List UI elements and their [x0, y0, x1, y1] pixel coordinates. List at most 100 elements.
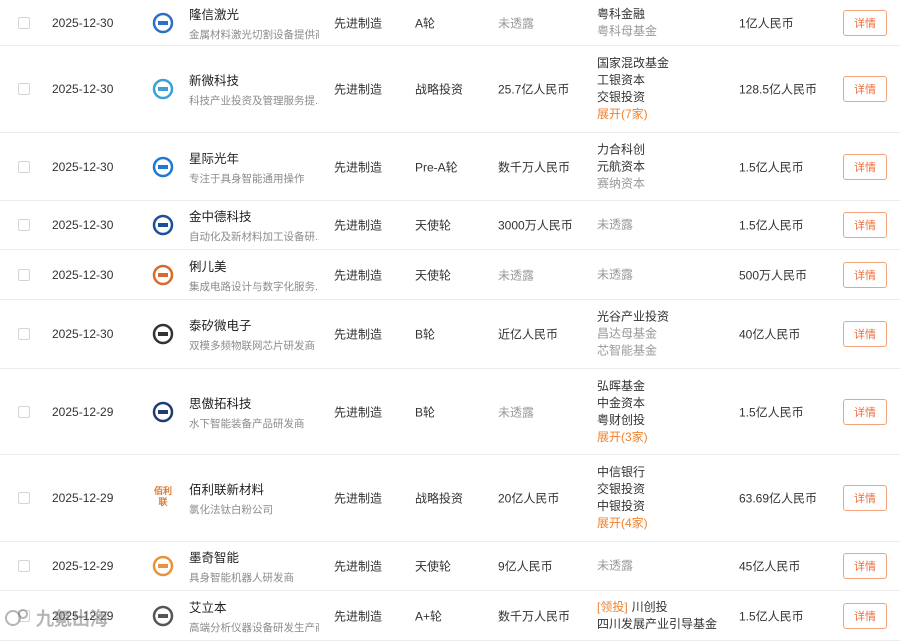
detail-button[interactable]: 详情 — [843, 212, 887, 238]
company-name-link[interactable]: 新微科技 — [189, 70, 324, 89]
investor-name[interactable]: 中信银行 — [597, 464, 648, 481]
investors-list: 光谷产业投资 昌达母基金 芯智能基金 — [597, 309, 669, 360]
detail-button[interactable]: 详情 — [843, 153, 887, 180]
company-name-link[interactable]: 佰利联新材料 — [189, 479, 324, 498]
investor-name[interactable]: 交银投资 — [597, 89, 669, 106]
investor-name[interactable]: 粤科金融 — [597, 6, 657, 23]
company-cell: 思傲拓科技 水下智能装备产品研发商 — [189, 393, 324, 431]
company-description: 科技产业投资及管理服务提... — [189, 95, 319, 107]
detail-button[interactable]: 详情 — [843, 553, 887, 579]
investor-name: 未透露 — [597, 217, 634, 232]
company-cell: 星际光年 专注于具身智能通用操作 — [189, 148, 324, 186]
row-checkbox[interactable] — [18, 83, 30, 95]
company-description: 专注于具身智能通用操作 — [189, 172, 305, 185]
company-cell: 艾立本 高端分析仪器设备研发生产商 — [189, 597, 324, 635]
funding-amount: 未透露 — [498, 268, 535, 282]
expand-investors-link[interactable]: 展开(4家) — [597, 515, 648, 532]
industry: 先进制造 — [334, 82, 383, 97]
table-row: 2025-12-29 思傲拓科技 水下智能装备产品研发商 先进制造 B轮 未透露… — [0, 369, 900, 455]
detail-button[interactable]: 详情 — [843, 602, 887, 629]
company-logo — [150, 553, 176, 579]
table-row: 2025-12-30 金中德科技 自动化及新材料加工设备研... 先进制造 天使… — [0, 201, 900, 250]
industry: 先进制造 — [334, 559, 383, 574]
funding-amount: 25.7亿人民币 — [498, 82, 570, 97]
funding-round: A轮 — [415, 16, 436, 30]
company-name-link[interactable]: 星际光年 — [189, 148, 324, 167]
company-name-link[interactable]: 俐儿美 — [189, 256, 324, 275]
funding-round: B轮 — [415, 405, 436, 419]
company-logo — [150, 399, 176, 425]
row-checkbox[interactable] — [18, 160, 30, 173]
detail-button[interactable]: 详情 — [843, 9, 887, 36]
row-checkbox[interactable] — [18, 16, 30, 29]
detail-button[interactable]: 详情 — [843, 261, 887, 288]
detail-button[interactable]: 详情 — [843, 321, 887, 347]
funding-round: 天使轮 — [415, 218, 452, 233]
investors-list: 中信银行 交银投资 中银投资 展开(4家) — [597, 464, 648, 532]
funding-amount: 数千万人民币 — [498, 160, 571, 174]
investor-name[interactable]: [领投] 川创投 — [597, 599, 717, 616]
industry: 先进制造 — [334, 491, 383, 506]
investors-list: 弘晖基金 中金资本 粤财创投 展开(3家) — [597, 378, 648, 446]
company-description: 集成电路设计与数字化服务... — [189, 280, 319, 293]
valuation: 1.5亿人民币 — [739, 160, 804, 174]
investor-name[interactable]: 工银资本 — [597, 72, 669, 89]
investor-name[interactable]: 交银投资 — [597, 481, 648, 498]
row-checkbox[interactable] — [18, 328, 30, 340]
company-name-link[interactable]: 泰矽微电子 — [189, 315, 324, 334]
investor-name: 未透露 — [597, 267, 634, 281]
company-description: 氯化法钛白粉公司 — [189, 504, 273, 516]
funding-round: 天使轮 — [415, 268, 452, 282]
table-row: 2025-12-30 新微科技 科技产业投资及管理服务提... 先进制造 战略投… — [0, 46, 900, 133]
detail-button[interactable]: 详情 — [843, 485, 887, 511]
company-logo: 佰利联 — [150, 485, 176, 511]
company-name-link[interactable]: 隆信激光 — [189, 4, 324, 23]
table-row: 2025-12-29 佰利联 佰利联新材料 氯化法钛白粉公司 先进制造 战略投资… — [0, 455, 900, 542]
investor-name[interactable]: 中金资本 — [597, 395, 648, 412]
investors-list: 力合科创 元航资本 赛纳资本 — [597, 141, 645, 192]
company-name-link[interactable]: 金中德科技 — [189, 206, 324, 225]
funding-round: Pre-A轮 — [415, 160, 458, 174]
industry: 先进制造 — [334, 268, 383, 282]
valuation: 128.5亿人民币 — [739, 82, 818, 97]
investor-name[interactable]: 力合科创 — [597, 141, 645, 158]
company-name-link[interactable]: 思傲拓科技 — [189, 393, 324, 412]
row-checkbox[interactable] — [18, 560, 30, 572]
valuation: 63.69亿人民币 — [739, 491, 818, 506]
funding-date: 2025-12-30 — [52, 218, 114, 232]
expand-investors-link[interactable]: 展开(3家) — [597, 429, 648, 446]
investors-list: [领投] 川创投 四川发展产业引导基金 — [597, 599, 717, 633]
investor-name[interactable]: 元航资本 — [597, 158, 645, 175]
investor-name[interactable]: 光谷产业投资 — [597, 309, 669, 326]
investor-name: 昌达母基金 — [597, 326, 658, 341]
company-logo — [150, 76, 176, 102]
row-checkbox[interactable] — [18, 492, 30, 504]
industry: 先进制造 — [334, 405, 383, 419]
row-checkbox[interactable] — [18, 609, 30, 622]
company-logo-icon — [152, 323, 174, 345]
funding-round: A+轮 — [415, 609, 443, 623]
investors-list: 粤科金融 粤科母基金 — [597, 6, 657, 40]
company-cell: 墨奇智能 具身智能机器人研发商 — [189, 547, 324, 585]
funding-amount: 3000万人民币 — [498, 218, 573, 233]
row-checkbox[interactable] — [18, 219, 30, 231]
company-cell: 新微科技 科技产业投资及管理服务提... — [189, 70, 324, 108]
investor-name-text[interactable]: 川创投 — [632, 600, 668, 614]
investor-name[interactable]: 国家混改基金 — [597, 55, 669, 72]
company-name-link[interactable]: 墨奇智能 — [189, 547, 324, 566]
funding-date: 2025-12-29 — [52, 491, 114, 505]
detail-button[interactable]: 详情 — [843, 398, 887, 425]
investor-name[interactable]: 中银投资 — [597, 498, 648, 515]
investor-name[interactable]: 四川发展产业引导基金 — [597, 616, 717, 633]
company-description: 双模多频物联网芯片研发商 — [189, 340, 315, 352]
row-checkbox[interactable] — [18, 268, 30, 281]
investor-name[interactable]: 弘晖基金 — [597, 378, 648, 395]
company-name-link[interactable]: 艾立本 — [189, 597, 324, 616]
investors-list: 未透露 — [597, 217, 633, 234]
expand-investors-link[interactable]: 展开(7家) — [597, 106, 669, 123]
row-checkbox[interactable] — [18, 405, 30, 418]
valuation: 1.5亿人民币 — [739, 218, 804, 233]
detail-button[interactable]: 详情 — [843, 76, 887, 102]
investor-name[interactable]: 粤财创投 — [597, 412, 648, 429]
company-cell: 金中德科技 自动化及新材料加工设备研... — [189, 206, 324, 244]
